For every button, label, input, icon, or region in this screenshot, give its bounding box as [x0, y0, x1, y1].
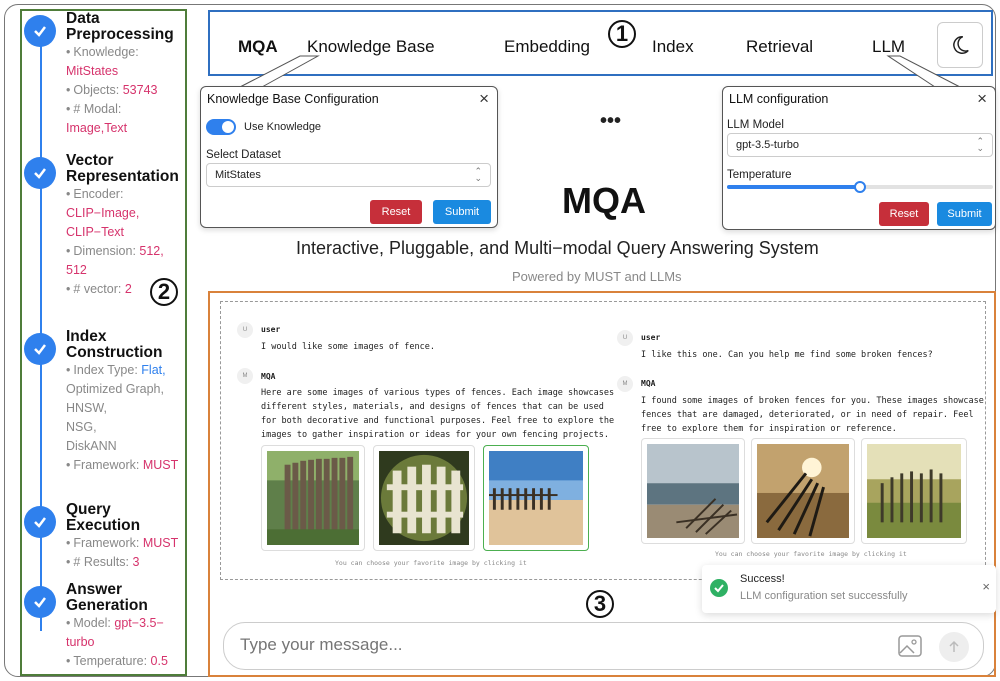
select-label: Select Dataset: [206, 149, 281, 161]
result-image-card[interactable]: [261, 445, 365, 551]
slider-thumb[interactable]: [854, 181, 866, 193]
use-knowledge-toggle[interactable]: [206, 119, 236, 135]
temperature-slider[interactable]: [727, 181, 993, 193]
broken-fence-image: [647, 444, 739, 538]
model-select[interactable]: gpt-3.5-turbo ⌃ ⌄: [727, 133, 993, 157]
bot-name: MQA: [641, 379, 656, 388]
conversation-panel: U user I would like some images of fence…: [220, 301, 986, 580]
toast-title: Success!: [740, 573, 785, 585]
close-icon[interactable]: ×: [977, 89, 987, 109]
result-image-card[interactable]: [751, 438, 855, 544]
modal-title: LLM configuration: [729, 92, 829, 106]
submit-button[interactable]: Submit: [937, 202, 992, 226]
toast-message: LLM configuration set successfully: [740, 590, 908, 602]
annotation-three: 3: [586, 590, 614, 618]
user-message: I like this one. Can you help me find so…: [641, 350, 933, 360]
close-icon[interactable]: ×: [479, 89, 489, 109]
user-avatar: U: [617, 330, 633, 346]
reset-button[interactable]: Reset: [879, 202, 929, 226]
image-caption: You can choose your favorite image by cl…: [335, 559, 527, 567]
powered-by: Powered by MUST and LLMs: [512, 269, 682, 284]
close-icon[interactable]: ×: [982, 579, 990, 594]
bot-avatar: M: [237, 368, 253, 384]
llm-config-modal: LLM configuration × LLM Model gpt-3.5-tu…: [722, 86, 996, 230]
fence-image: [267, 451, 359, 545]
select-arrows-icon: ⌃ ⌄: [474, 166, 482, 183]
result-image-card[interactable]: [373, 445, 475, 551]
image-upload-button[interactable]: [897, 633, 923, 664]
result-image-card[interactable]: [861, 438, 967, 544]
bot-message-line: I found some images of broken fences for…: [641, 396, 984, 406]
ellipsis: •••: [600, 110, 622, 132]
user-message: I would like some images of fence.: [261, 342, 435, 352]
bot-message-line: for both decorative and functional purpo…: [261, 416, 615, 426]
arrow-up-icon: [949, 640, 959, 652]
broken-fence-image: [867, 444, 961, 538]
dataset-select[interactable]: MitStates ⌃ ⌄: [206, 163, 491, 187]
bot-message-line: images to gather inspiration or ideas fo…: [261, 430, 609, 440]
chat-area: U user I would like some images of fence…: [208, 291, 996, 677]
submit-button[interactable]: Submit: [433, 200, 491, 224]
bot-avatar: M: [617, 376, 633, 392]
broken-fence-image: [757, 444, 849, 538]
reset-button[interactable]: Reset: [370, 200, 422, 224]
send-button[interactable]: [939, 632, 969, 662]
temperature-label: Temperature: [727, 169, 792, 181]
fence-image: [379, 451, 469, 545]
bot-message-line: different styles, materials, and designs…: [261, 402, 604, 412]
result-image-card-selected[interactable]: [483, 445, 589, 551]
bot-message-line: Here are some images of various types of…: [261, 388, 615, 398]
select-arrows-icon: ⌃ ⌄: [976, 136, 984, 153]
toggle-label: Use Knowledge: [244, 121, 322, 133]
select-value: gpt-3.5-turbo: [736, 139, 799, 151]
check-circle-icon: [710, 579, 728, 597]
bot-message-line: free to explore them for inspiration or …: [641, 424, 897, 434]
success-toast: Success! LLM configuration set successfu…: [702, 565, 996, 613]
fence-image: [489, 451, 583, 545]
user-name: user: [261, 325, 281, 334]
knowledge-base-config-modal: Knowledge Base Configuration × Use Knowl…: [200, 86, 498, 228]
bot-message-line: fences that are damaged, deteriorated, o…: [641, 410, 974, 420]
bot-message: I found some images of broken fences for…: [641, 394, 984, 436]
image-icon: [898, 635, 922, 657]
bot-message: Here are some images of various types of…: [261, 386, 614, 442]
hero-title: MQA: [562, 180, 646, 221]
message-input[interactable]: [240, 635, 840, 655]
image-caption: You can choose your favorite image by cl…: [715, 550, 907, 558]
model-label: LLM Model: [727, 119, 784, 131]
user-avatar: U: [237, 322, 253, 338]
user-name: user: [641, 333, 661, 342]
slider-fill: [727, 185, 860, 189]
modal-title: Knowledge Base Configuration: [207, 92, 379, 106]
hero-subtitle: Interactive, Pluggable, and Multi−modal …: [296, 238, 819, 258]
message-input-bar: [223, 622, 984, 670]
select-value: MitStates: [215, 169, 261, 181]
result-image-card[interactable]: [641, 438, 745, 544]
bot-name: MQA: [261, 372, 276, 381]
